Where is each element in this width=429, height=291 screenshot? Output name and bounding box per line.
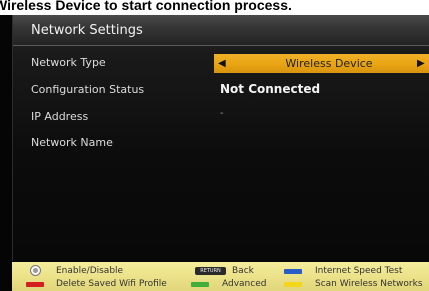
network-name-label: Network Name xyxy=(31,136,113,149)
network-type-selector[interactable]: ◀ Wireless Device ▶ xyxy=(214,54,429,73)
network-settings-window: Network Settings Network Type ◀ Wireless… xyxy=(12,15,429,261)
ip-address-value: - xyxy=(220,108,224,119)
delete-saved-wifi-profile-hint: Delete Saved Wifi Profile xyxy=(56,279,167,289)
return-key-icon: RETURN xyxy=(195,267,226,275)
enable-disable-hint: Enable/Disable xyxy=(56,266,124,276)
title-bar: Network Settings xyxy=(13,15,429,46)
network-type-label: Network Type xyxy=(31,56,106,69)
button-legend-footer: Enable/Disable RETURN Back Internet Spee… xyxy=(12,262,429,291)
ok-button-icon xyxy=(30,265,41,276)
scan-wireless-networks-hint: Scan Wireless Networks xyxy=(315,279,423,289)
arrow-right-icon[interactable]: ▶ xyxy=(417,57,425,70)
window-title: Network Settings xyxy=(31,23,143,38)
yellow-key-icon xyxy=(284,282,302,287)
document-caption: Wireless Device to start connection proc… xyxy=(0,0,292,13)
tv-screen: Network Settings Network Type ◀ Wireless… xyxy=(0,15,429,291)
advanced-hint: Advanced xyxy=(222,279,267,289)
red-key-icon xyxy=(26,282,44,287)
ip-address-label: IP Address xyxy=(31,110,89,123)
configuration-status-value: Not Connected xyxy=(220,82,321,96)
configuration-status-label: Configuration Status xyxy=(31,83,145,96)
back-hint: Back xyxy=(232,266,254,276)
network-type-value: Wireless Device xyxy=(285,57,373,70)
internet-speed-test-hint: Internet Speed Test xyxy=(315,266,403,276)
blue-key-icon xyxy=(284,269,302,274)
green-key-icon xyxy=(191,282,209,287)
